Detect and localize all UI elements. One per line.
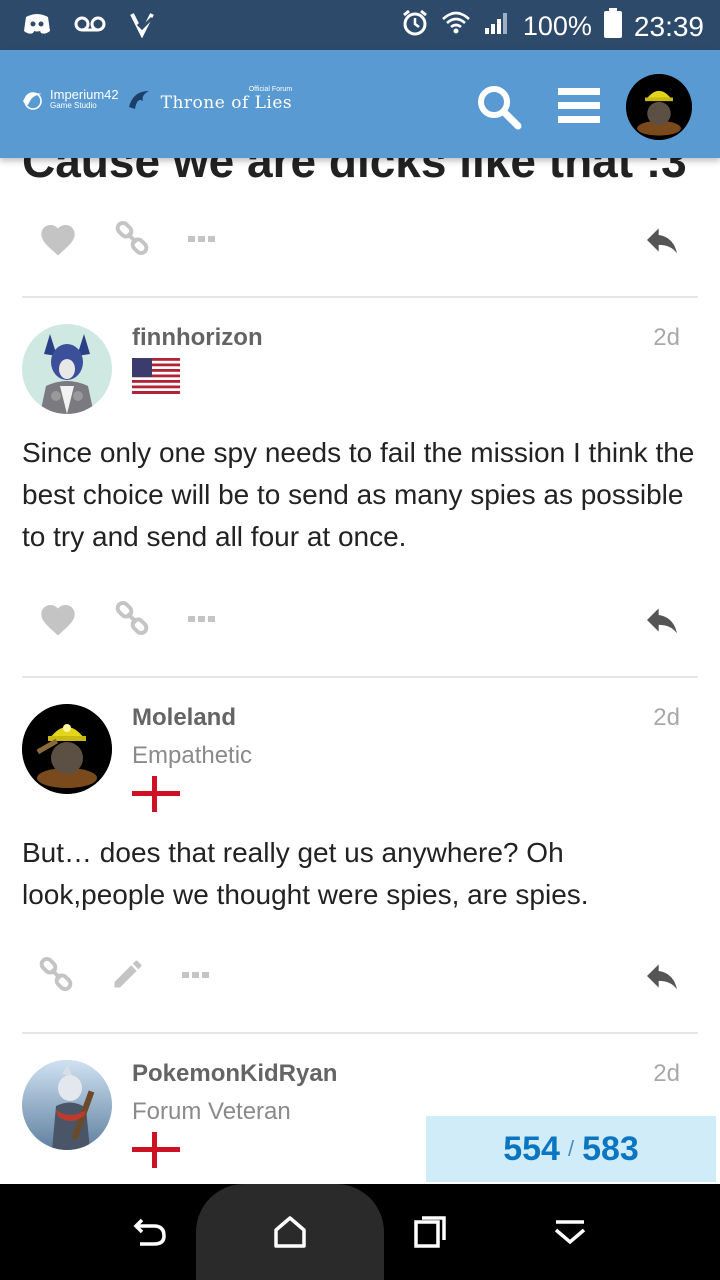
link-icon[interactable]	[114, 220, 158, 264]
forum-tag: Official Forum	[248, 86, 293, 93]
user-title: Empathetic	[132, 742, 253, 769]
alarm-icon	[401, 9, 429, 44]
like-icon[interactable]	[38, 600, 82, 644]
post-age[interactable]: 2d	[653, 1060, 680, 1088]
avatar[interactable]	[22, 324, 112, 414]
clock: 23:39	[633, 10, 704, 42]
forum-name: Throne of Lies	[160, 93, 293, 113]
post-body: But… does that really get us anywhere? O…	[22, 837, 589, 910]
avatar[interactable]	[22, 704, 112, 794]
progress-current: 554	[503, 1129, 560, 1168]
post-actions	[22, 956, 698, 1006]
post-age[interactable]: 2d	[653, 704, 680, 732]
user-title: Forum Veteran	[132, 1098, 291, 1125]
battery-icon	[603, 8, 622, 45]
status-bar: 100% 23:39	[0, 0, 720, 50]
post-divider	[22, 1032, 698, 1034]
hide-nav-icon[interactable]	[548, 1210, 592, 1254]
progress-separator: /	[567, 1136, 575, 1161]
post-username[interactable]: Moleland	[132, 704, 236, 732]
post: Moleland Empathetic 2d But… does that re…	[22, 704, 698, 924]
post-actions	[22, 600, 698, 650]
topic-content: Cause we are dicks like that :3 finnhori…	[0, 0, 720, 1184]
current-user-avatar[interactable]	[626, 74, 692, 140]
voicemail-icon	[74, 14, 106, 39]
edit-icon[interactable]	[110, 956, 154, 1000]
system-nav-bar	[0, 1184, 720, 1280]
back-icon[interactable]	[128, 1210, 172, 1254]
signal-icon	[483, 10, 511, 43]
reply-icon[interactable]	[642, 600, 686, 644]
battery-percent: 100%	[522, 11, 592, 41]
site-logo[interactable]: Imperium42 Game Studio Official Forum Th…	[20, 86, 292, 113]
post-divider	[22, 676, 698, 678]
recent-apps-icon[interactable]	[408, 1210, 452, 1254]
imperium42-logo: Imperium42 Game Studio	[20, 87, 119, 111]
studio-sub: Game Studio	[50, 101, 97, 110]
more-icon[interactable]	[180, 962, 224, 1006]
reply-icon[interactable]	[642, 220, 686, 264]
like-icon[interactable]	[38, 220, 82, 264]
more-icon[interactable]	[186, 226, 230, 270]
post: finnhorizon 2d Since only one spy needs …	[22, 324, 698, 584]
wifi-icon	[441, 10, 471, 43]
menu-icon[interactable]	[556, 86, 604, 126]
post-actions	[22, 220, 698, 270]
link-icon[interactable]	[114, 600, 158, 644]
england-flag-icon	[132, 776, 180, 812]
check-icon	[128, 10, 156, 43]
post-username[interactable]: PokemonKidRyan	[132, 1060, 337, 1088]
reply-icon[interactable]	[642, 956, 686, 1000]
avatar[interactable]	[22, 1060, 112, 1150]
post-age[interactable]: 2d	[653, 324, 680, 352]
topic-progress[interactable]: 554 / 583	[424, 1114, 718, 1184]
more-icon[interactable]	[186, 606, 230, 650]
post-body: Since only one spy needs to fail the mis…	[22, 437, 695, 552]
post-divider	[22, 296, 698, 298]
studio-name: Imperium42	[50, 87, 119, 102]
discord-icon	[22, 11, 52, 42]
search-icon[interactable]	[474, 82, 524, 132]
forum-header: Imperium42 Game Studio Official Forum Th…	[0, 50, 720, 158]
progress-total: 583	[582, 1129, 639, 1168]
us-flag-icon	[132, 358, 180, 394]
england-flag-icon	[132, 1132, 180, 1168]
post-username[interactable]: finnhorizon	[132, 324, 263, 352]
link-icon[interactable]	[38, 956, 82, 1000]
dragon-icon	[128, 90, 149, 109]
home-icon[interactable]	[268, 1210, 312, 1254]
